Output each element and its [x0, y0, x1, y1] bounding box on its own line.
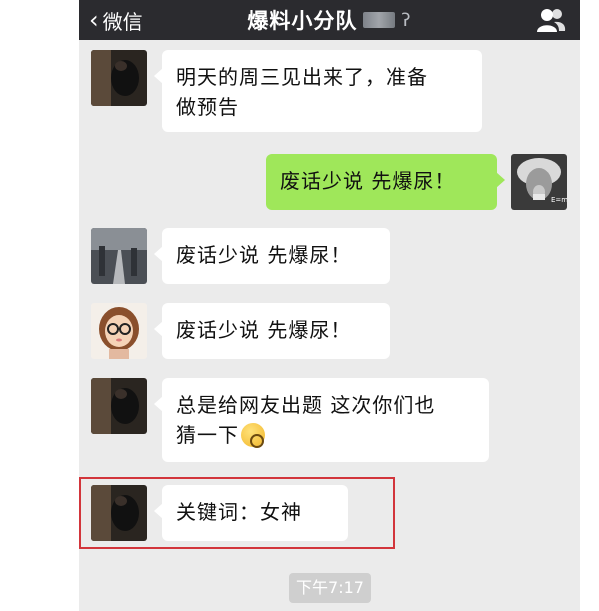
earpiece-icon: ʔ	[401, 9, 412, 31]
message-bubble: 废话少说 先爆尿！	[154, 303, 390, 359]
dark-photo-avatar[interactable]	[91, 485, 147, 541]
cartoon-girl-avatar[interactable]	[91, 303, 147, 359]
message-bubble: 明天的周三见出来了，准备 做预告	[154, 50, 482, 132]
group-name: 爆料小分队	[247, 9, 358, 33]
chat-screen: ‹ 微信 爆料小分队 ʔ 明天的周三见出来了，准备 做预告 废话少说 先爆尿！	[79, 0, 580, 611]
group-members-icon[interactable]	[536, 6, 566, 34]
dark-photo-avatar[interactable]	[91, 378, 147, 434]
road-photo-avatar[interactable]	[91, 228, 147, 284]
message-text: 废话少说 先爆尿！	[176, 318, 352, 342]
sent-message-bubble: 废话少说 先爆尿！	[266, 154, 505, 210]
thinking-emoji-icon	[241, 423, 265, 448]
message-text: 废话少说 先爆尿！	[176, 243, 352, 267]
message-text: 明天的周三见出来了，准备	[176, 65, 428, 89]
chat-title: 爆料小分队 ʔ	[79, 0, 580, 40]
svg-text:E=mc²: E=mc²	[551, 196, 567, 204]
timestamp: 下午7:17	[289, 573, 371, 603]
message-bubble: 关键词：女神	[154, 485, 348, 541]
top-bar: ‹ 微信 爆料小分队 ʔ	[79, 0, 580, 40]
message-text: 做预告	[176, 95, 239, 119]
message-text: 猜一下	[176, 423, 239, 447]
blurred-count	[363, 12, 396, 28]
message-bubble: 总是给网友出题 这次你们也 猜一下	[154, 378, 489, 462]
message-bubble: 废话少说 先爆尿！	[154, 228, 390, 284]
einstein-avatar[interactable]: E=mc²	[511, 154, 567, 210]
message-text: 总是给网友出题 这次你们也	[176, 393, 436, 417]
message-text: 关键词：女神	[176, 500, 302, 524]
message-text: 废话少说 先爆尿！	[280, 169, 456, 193]
dark-photo-avatar[interactable]	[91, 50, 147, 106]
